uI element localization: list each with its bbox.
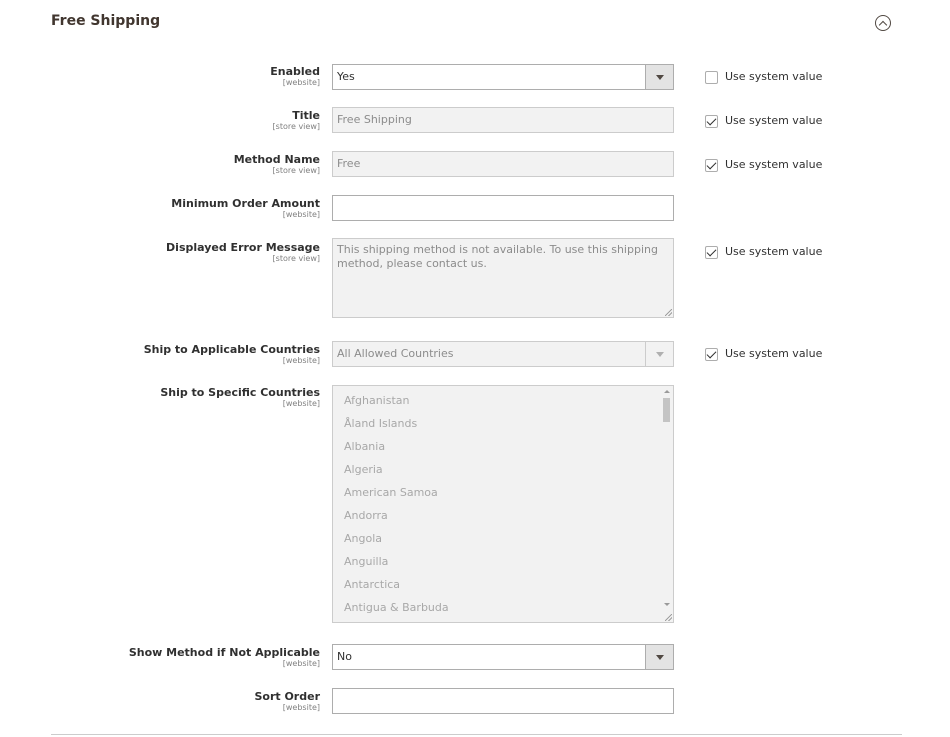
enabled-label: Enabled [website] <box>270 65 320 87</box>
country-option[interactable]: Angola <box>344 532 382 546</box>
title-use-system-value[interactable]: Use system value <box>705 114 822 128</box>
country-option[interactable]: Åland Islands <box>344 417 417 431</box>
show-method-select[interactable]: No <box>332 644 674 670</box>
scrollbar[interactable] <box>661 386 672 622</box>
dropdown-arrow-icon[interactable] <box>645 645 673 669</box>
applicable-countries-label: Ship to Applicable Countries [website] <box>143 343 320 365</box>
enabled-use-system-value[interactable]: Use system value <box>705 70 822 84</box>
checkbox-checked-icon[interactable] <box>705 114 718 128</box>
section-divider <box>51 734 902 735</box>
country-option[interactable]: Antigua & Barbuda <box>344 601 449 615</box>
method-name-use-system-value[interactable]: Use system value <box>705 158 822 172</box>
method-name-label: Method Name [store view] <box>233 153 320 175</box>
country-option[interactable]: Albania <box>344 440 385 454</box>
country-option[interactable]: Algeria <box>344 463 383 477</box>
title-input[interactable]: Free Shipping <box>332 107 674 133</box>
dropdown-arrow-icon[interactable] <box>645 65 673 89</box>
scrollbar-thumb[interactable] <box>663 398 670 422</box>
sort-order-input[interactable] <box>332 688 674 714</box>
min-order-amount-label: Minimum Order Amount [website] <box>171 197 320 219</box>
specific-countries-label: Ship to Specific Countries [website] <box>160 386 320 408</box>
title-label: Title [store view] <box>272 109 320 131</box>
show-method-label: Show Method if Not Applicable [website] <box>128 646 320 668</box>
applicable-countries-select[interactable]: All Allowed Countries <box>332 341 674 367</box>
min-order-amount-input[interactable] <box>332 195 674 221</box>
country-option[interactable]: American Samoa <box>344 486 438 500</box>
error-message-textarea[interactable]: This shipping method is not available. T… <box>332 238 674 318</box>
resize-grip-icon[interactable] <box>665 614 672 621</box>
country-option[interactable]: Andorra <box>344 509 388 523</box>
checkbox-checked-icon[interactable] <box>705 347 718 361</box>
method-name-input[interactable]: Free <box>332 151 674 177</box>
country-option[interactable]: Anguilla <box>344 555 388 569</box>
error-message-use-system-value[interactable]: Use system value <box>705 245 822 259</box>
dropdown-arrow-icon[interactable] <box>645 342 673 366</box>
scroll-up-icon[interactable] <box>664 390 670 393</box>
applicable-countries-use-system-value[interactable]: Use system value <box>705 347 822 361</box>
section-title[interactable]: Free Shipping <box>51 13 160 29</box>
checkbox-checked-icon[interactable] <box>705 158 718 172</box>
specific-countries-multiselect[interactable]: Afghanistan Åland Islands Albania Algeri… <box>332 385 674 623</box>
error-message-label: Displayed Error Message [store view] <box>166 241 320 263</box>
sort-order-label: Sort Order [website] <box>254 690 320 712</box>
country-option[interactable]: Antarctica <box>344 578 400 592</box>
scroll-down-icon[interactable] <box>664 603 670 606</box>
resize-grip-icon[interactable] <box>665 309 672 316</box>
enabled-select[interactable]: Yes <box>332 64 674 90</box>
checkbox-checked-icon[interactable] <box>705 245 718 259</box>
collapse-section-icon[interactable] <box>875 15 891 31</box>
country-option[interactable]: Afghanistan <box>344 394 409 408</box>
checkbox-unchecked-icon[interactable] <box>705 70 718 84</box>
